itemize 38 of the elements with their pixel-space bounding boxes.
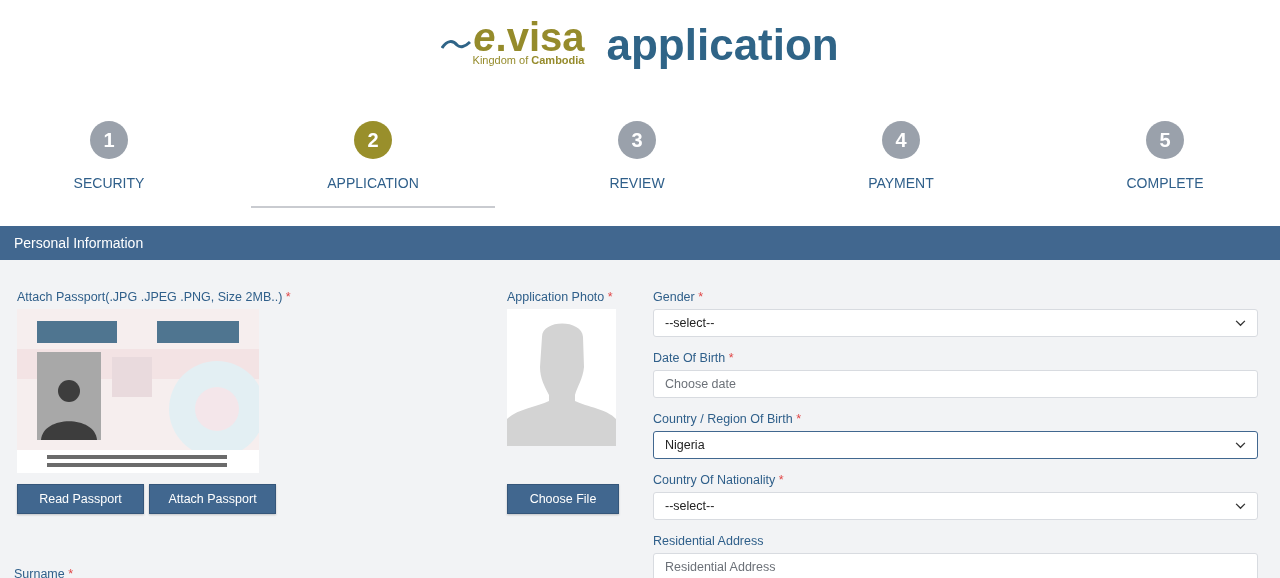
action-button[interactable]: Attach Passport [149, 484, 276, 514]
field-label: Attach Passport(.JPG .JPEG .PNG, Size 2MB..) * [17, 289, 292, 305]
input-field[interactable]: Choose date [653, 370, 1258, 398]
select-field[interactable]: --select-- [653, 309, 1258, 337]
chevron-down-icon [1235, 502, 1246, 510]
field-label: Surname * [14, 566, 75, 578]
page-heading: application [606, 20, 839, 70]
select-field[interactable]: --select-- [653, 492, 1258, 520]
step-tab[interactable]: 4 PAYMENT [779, 100, 1023, 208]
field-label: Country Of Nationality * [653, 472, 785, 488]
step-label: APPLICATION [327, 175, 419, 191]
step-tab[interactable]: 5 COMPLETE [1043, 100, 1280, 208]
field-label: Application Photo * [507, 289, 614, 305]
step-number: 5 [1146, 121, 1184, 159]
step-number: 1 [90, 121, 128, 159]
action-button[interactable]: Read Passport [17, 484, 144, 514]
brand-tagline: Kingdom of Cambodia [472, 54, 585, 67]
field-label: Residential Address [653, 533, 765, 549]
step-number: 2 [354, 121, 392, 159]
step-tab[interactable]: 2 APPLICATION [251, 100, 495, 208]
brand-name: e.visa [473, 20, 585, 54]
section-header: Personal Information [0, 226, 1280, 260]
choose-file-button[interactable]: Choose File [507, 484, 619, 514]
step-label: PAYMENT [868, 175, 934, 191]
step-number: 4 [882, 121, 920, 159]
step-tab[interactable]: 3 REVIEW [515, 100, 759, 208]
input-field[interactable]: Residential Address [653, 553, 1258, 578]
field-label: Gender * [653, 289, 705, 305]
field-label: Country / Region Of Birth * [653, 411, 802, 427]
chevron-down-icon [1235, 319, 1246, 327]
step-number: 3 [618, 121, 656, 159]
step-label: SECURITY [73, 175, 145, 191]
step-label: COMPLETE [1126, 175, 1204, 191]
field-label: Date Of Birth * [653, 350, 735, 366]
chevron-down-icon [1235, 441, 1246, 449]
step-label: REVIEW [609, 175, 665, 191]
select-field[interactable]: Nigeria [653, 431, 1258, 459]
step-tab[interactable]: 1 SECURITY [0, 100, 231, 208]
